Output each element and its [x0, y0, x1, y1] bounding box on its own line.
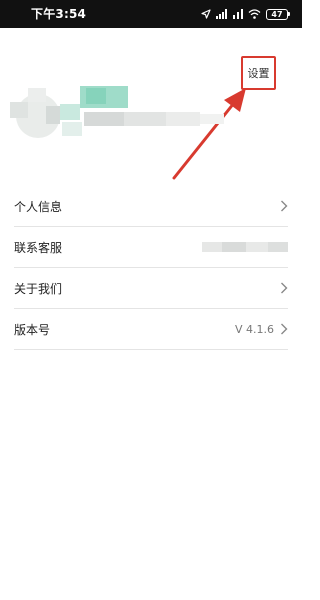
version-value: V 4.1.6: [234, 322, 274, 336]
chevron-right-icon: [281, 200, 288, 212]
signal-icon: [216, 9, 227, 19]
contact-blurred: [202, 242, 288, 252]
chevron-right-icon: [281, 323, 288, 335]
chevron-right-icon: [281, 282, 288, 294]
status-bar: 下午3:54 47: [0, 0, 302, 28]
menu-item-label: 关于我们: [14, 281, 63, 296]
battery-icon: 47: [266, 8, 290, 20]
profile-blurred[interactable]: [0, 84, 230, 144]
location-arrow-icon: [201, 9, 211, 19]
menu-item-label: 版本号: [14, 322, 51, 337]
menu-item-personal-info[interactable]: 个人信息: [14, 186, 288, 227]
wifi-icon: [248, 9, 261, 19]
menu-item-about-us[interactable]: 关于我们: [14, 268, 288, 309]
status-icons: 47: [201, 6, 290, 22]
menu-item-label: 联系客服: [14, 240, 63, 255]
settings-button[interactable]: 设置: [241, 56, 276, 90]
signal-icon-2: [233, 9, 243, 19]
menu-item-label: 个人信息: [14, 199, 63, 214]
menu-list: 个人信息 联系客服 关于我们 版本号 V 4.1.6: [14, 186, 288, 350]
menu-item-version[interactable]: 版本号 V 4.1.6: [14, 309, 288, 350]
status-time: 下午3:54: [31, 7, 87, 21]
menu-item-customer-service[interactable]: 联系客服: [14, 227, 288, 268]
